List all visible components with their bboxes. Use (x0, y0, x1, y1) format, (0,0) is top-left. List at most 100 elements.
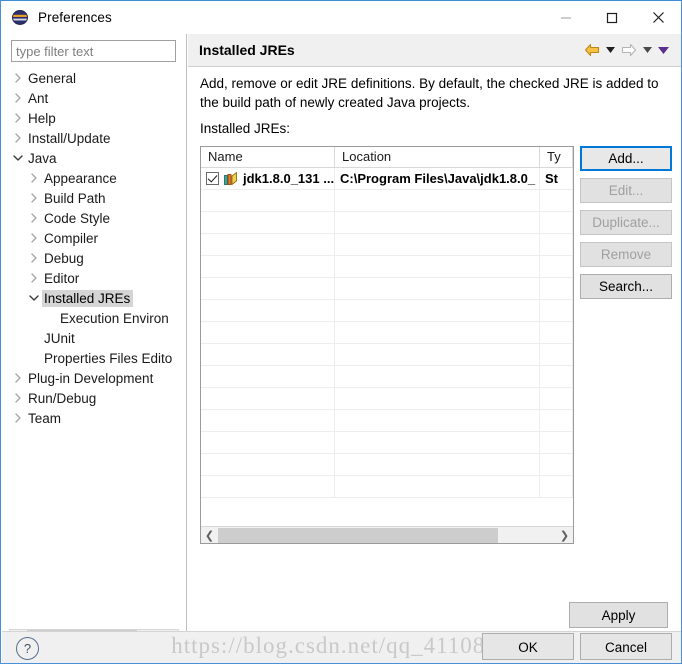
cell-empty (335, 299, 540, 322)
chevron-right-icon[interactable] (26, 193, 42, 203)
cell-empty (335, 343, 540, 366)
table-empty-row[interactable] (201, 475, 573, 498)
table-empty-row[interactable] (201, 189, 573, 212)
cancel-button[interactable]: Cancel (580, 633, 672, 660)
table-empty-row[interactable] (201, 321, 573, 344)
ok-button[interactable]: OK (482, 633, 574, 660)
chevron-right-icon[interactable] (26, 273, 42, 283)
page-menu-caret-down-icon[interactable] (656, 39, 671, 61)
sidebar-item-build-path[interactable]: Build Path (2, 188, 186, 208)
sidebar-item-label: Plug-in Development (28, 370, 154, 386)
chevron-right-icon[interactable] (10, 93, 26, 103)
chevron-right-icon[interactable] (10, 373, 26, 383)
duplicate-button: Duplicate... (580, 210, 672, 235)
chevron-right-icon[interactable] (26, 253, 42, 263)
column-header-name[interactable]: Name (201, 147, 335, 167)
sidebar-item-code-style[interactable]: Code Style (2, 208, 186, 228)
table-empty-row[interactable] (201, 233, 573, 256)
jre-action-buttons: Add... Edit... Duplicate... Remove Search... (580, 146, 672, 299)
chevron-right-icon[interactable] (10, 133, 26, 143)
help-icon[interactable]: ? (16, 637, 39, 660)
table-empty-row[interactable] (201, 277, 573, 300)
preferences-dialog: Preferences General Ant Help Install/Update… (0, 0, 682, 664)
chevron-right-icon[interactable] (26, 233, 42, 243)
back-arrow-icon[interactable] (582, 39, 602, 61)
cell-empty (335, 189, 540, 212)
sidebar-item-debug[interactable]: Debug (2, 248, 186, 268)
sidebar-item-install-update[interactable]: Install/Update (2, 128, 186, 148)
minimize-button[interactable] (543, 2, 589, 34)
table-scrollbar-thumb[interactable] (218, 527, 498, 543)
installed-jres-table[interactable]: Name Location Ty jdk1.8.0_131 ... C:\Prog… (200, 146, 574, 544)
preferences-tree[interactable]: General Ant Help Install/Update Java Appearan… (2, 68, 186, 624)
add-button[interactable]: Add... (580, 146, 672, 171)
cell-empty (201, 431, 335, 454)
chevron-right-icon[interactable] (10, 113, 26, 123)
table-empty-row[interactable] (201, 299, 573, 322)
table-horizontal-scrollbar[interactable]: ❮ ❯ (201, 526, 573, 543)
sidebar-item-ant[interactable]: Ant (2, 88, 186, 108)
sidebar-item-plug-in-development[interactable]: Plug-in Development (2, 368, 186, 388)
table-scroll-left-arrow-icon[interactable]: ❮ (201, 528, 218, 543)
table-empty-row[interactable] (201, 255, 573, 278)
cell-empty (540, 475, 573, 498)
cell-empty (540, 211, 573, 234)
search-button[interactable]: Search... (580, 274, 672, 299)
page-description: Add, remove or edit JRE definitions. By … (200, 76, 659, 110)
table-empty-row[interactable] (201, 343, 573, 366)
remove-button: Remove (580, 242, 672, 267)
table-empty-row[interactable] (201, 453, 573, 476)
cell-name: jdk1.8.0_131 ... (201, 167, 335, 190)
sidebar-item-junit[interactable]: JUnit (2, 328, 186, 348)
cell-empty (201, 211, 335, 234)
back-caret-down-icon[interactable] (603, 39, 618, 61)
maximize-button[interactable] (589, 2, 635, 34)
chevron-right-icon[interactable] (26, 173, 42, 183)
chevron-right-icon[interactable] (10, 413, 26, 423)
chevron-right-icon[interactable] (26, 213, 42, 223)
jre-library-icon (224, 172, 239, 185)
chevron-right-icon[interactable] (10, 393, 26, 403)
sidebar-item-run-debug[interactable]: Run/Debug (2, 388, 186, 408)
edit-button: Edit... (580, 178, 672, 203)
chevron-down-icon[interactable] (10, 154, 26, 162)
preferences-sidebar: General Ant Help Install/Update Java Appearan… (2, 34, 187, 646)
sidebar-item-general[interactable]: General (2, 68, 186, 88)
sidebar-item-editor[interactable]: Editor (2, 268, 186, 288)
cell-empty (335, 233, 540, 256)
sidebar-item-properties-files-edito[interactable]: Properties Files Edito (2, 348, 186, 368)
cell-empty (540, 321, 573, 344)
cell-empty (335, 211, 540, 234)
table-scroll-right-arrow-icon[interactable]: ❯ (556, 528, 573, 543)
table-empty-row[interactable] (201, 409, 573, 432)
sidebar-item-label: Compiler (44, 230, 99, 246)
chevron-right-icon[interactable] (10, 73, 26, 83)
sidebar-item-java[interactable]: Java (2, 148, 186, 168)
sidebar-item-execution-environ[interactable]: Execution Environ (2, 308, 186, 328)
table-empty-row[interactable] (201, 387, 573, 410)
filter-input[interactable] (11, 40, 176, 62)
cell-empty (540, 387, 573, 410)
sidebar-item-installed-jres[interactable]: Installed JREs (2, 288, 186, 308)
cell-empty (335, 453, 540, 476)
forward-caret-down-icon[interactable] (640, 39, 655, 61)
column-header-type[interactable]: Ty (540, 147, 573, 167)
jre-default-checkbox[interactable] (206, 172, 219, 185)
close-button[interactable] (635, 2, 681, 34)
table-empty-row[interactable] (201, 431, 573, 454)
table-row[interactable]: jdk1.8.0_131 ... C:\Program Files\Java\jd… (201, 167, 573, 190)
chevron-down-icon[interactable] (26, 294, 42, 302)
forward-arrow-icon[interactable] (619, 39, 639, 61)
cell-empty (335, 431, 540, 454)
sidebar-item-team[interactable]: Team (2, 408, 186, 428)
cell-empty (201, 277, 335, 300)
sidebar-item-appearance[interactable]: Appearance (2, 168, 186, 188)
table-empty-row[interactable] (201, 365, 573, 388)
sidebar-item-label: Debug (44, 250, 84, 266)
table-empty-row[interactable] (201, 211, 573, 234)
cell-empty (201, 453, 335, 476)
sidebar-item-compiler[interactable]: Compiler (2, 228, 186, 248)
sidebar-item-help[interactable]: Help (2, 108, 186, 128)
column-header-location[interactable]: Location (335, 147, 540, 167)
apply-button[interactable]: Apply (569, 602, 668, 628)
